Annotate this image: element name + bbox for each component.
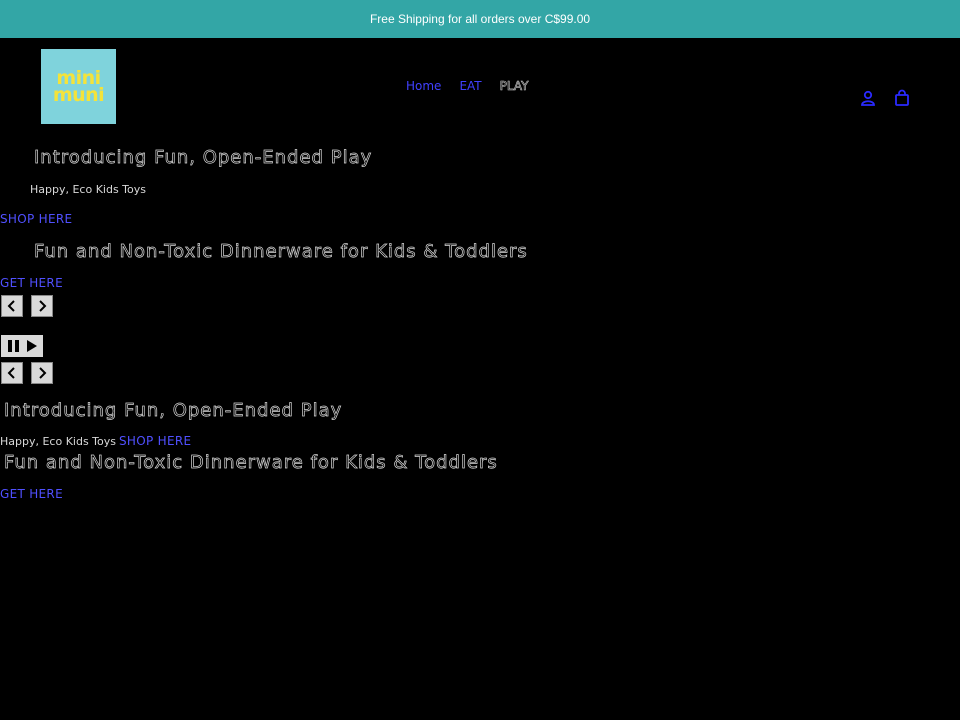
main-navigation: Home EAT PLAY [406,79,529,94]
prev-slide-button[interactable] [1,295,23,317]
cart-icon[interactable] [893,89,911,107]
header-icons [859,89,911,107]
shop-here-button-2[interactable]: SHOP HERE [119,434,191,448]
shop-here-button[interactable]: SHOP HERE [0,212,72,226]
nav-item-home[interactable]: Home [406,79,441,93]
get-here-button[interactable]: GET HERE [0,276,63,290]
slide1-subheading: Happy, Eco Kids Toys [30,183,147,196]
chevron-right-icon [39,300,47,312]
get-here-button-2[interactable]: GET HERE [0,487,63,501]
announcement-bar: Free Shipping for all orders over C$99.0… [0,0,960,38]
logo-line-2: muni [52,83,105,106]
slide1-subheading-2: Happy, Eco Kids Toys [0,435,117,448]
prev-slide-button-2[interactable] [1,362,23,384]
next-slide-button-2[interactable] [31,362,53,384]
pause-play-button[interactable] [1,335,43,357]
next-slide-button[interactable] [31,295,53,317]
account-icon[interactable] [859,89,877,107]
slide2-heading: Fun and Non-Toxic Dinnerware for Kids & … [34,241,528,263]
site-logo[interactable]: mini muni [41,49,116,124]
chevron-right-icon [39,367,47,379]
announcement-text: Free Shipping for all orders over C$99.0… [369,12,591,26]
chevron-left-icon [7,367,15,379]
nav-item-eat[interactable]: EAT [459,79,481,93]
chevron-left-icon [7,300,15,312]
play-icon [26,340,37,352]
slide1-caption-row: Happy, Eco Kids Toys SHOP HERE [0,434,191,448]
slide1-heading: Introducing Fun, Open-Ended Play [34,147,373,169]
slide1-heading-2: Introducing Fun, Open-Ended Play [4,400,343,422]
slide2-heading-2: Fun and Non-Toxic Dinnerware for Kids & … [4,452,498,474]
nav-item-play[interactable]: PLAY [499,79,528,94]
pause-icon [7,340,19,352]
